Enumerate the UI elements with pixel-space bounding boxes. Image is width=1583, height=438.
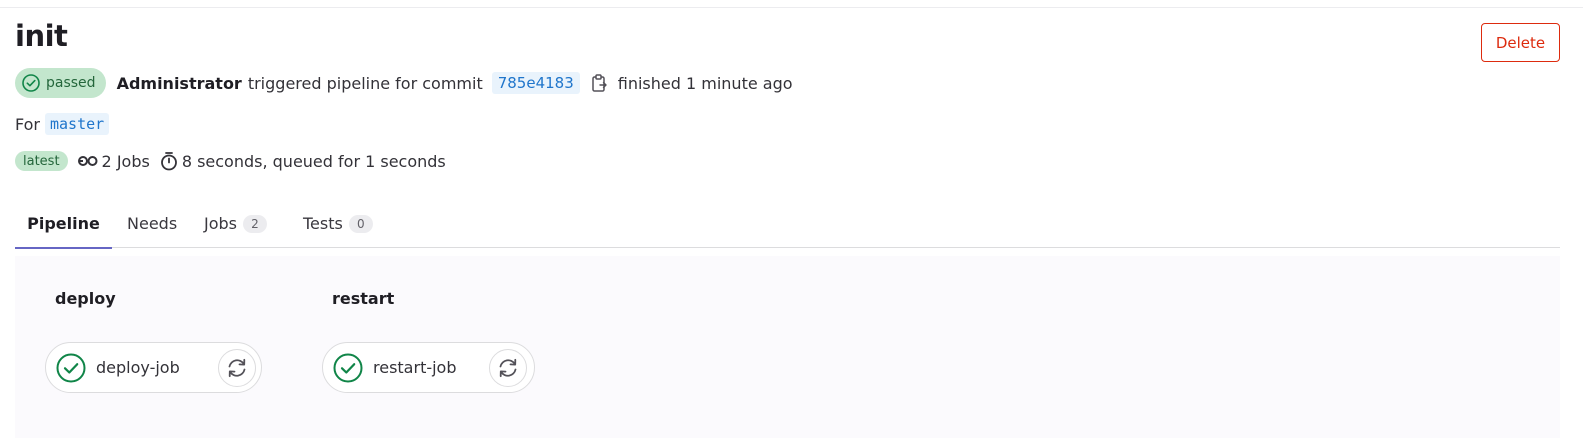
latest-badge: latest [15,151,68,171]
finished-text: finished 1 minute ago [617,73,793,93]
copy-to-clipboard-icon[interactable] [591,73,608,93]
duration-text: 8 seconds, queued for 1 seconds [181,151,446,171]
pipeline-info-row: passed Administrator triggered pipeline … [15,68,793,98]
tab-pipeline-label: Pipeline [27,214,100,233]
delete-button[interactable]: Delete [1481,23,1560,62]
pipeline-meta-row: latest 2 Jobs 8 seconds, queued for 1 se… [15,150,446,172]
tab-jobs[interactable]: Jobs 2 [204,200,267,247]
retry-deploy-job-button[interactable] [218,349,256,387]
status-success-icon [22,74,40,92]
tab-pipeline[interactable]: Pipeline [15,200,112,249]
tab-jobs-count: 2 [243,214,267,233]
tab-tests[interactable]: Tests 0 [303,200,373,247]
status-badge[interactable]: passed [15,68,106,98]
for-label: For [15,114,40,134]
branch-ref-link[interactable]: master [45,113,110,135]
tab-tests-count: 0 [348,214,373,233]
status-success-icon [333,353,363,383]
job-deploy[interactable]: deploy-job [45,342,262,393]
triggered-text: triggered pipeline for commit [247,73,483,93]
pipeline-jobs-icon [77,156,98,166]
commit-sha-link[interactable]: 785e4183 [491,72,580,94]
job-name: deploy-job [96,358,180,377]
status-success-icon [56,353,86,383]
ref-row: For master [15,112,110,136]
job-name: restart-job [373,358,457,377]
retry-icon [499,358,517,378]
pipeline-graph: deploy deploy-job restart restart-job [15,256,1560,438]
stage-title-deploy: deploy [55,289,116,308]
stage-title-restart: restart [332,289,395,308]
status-label: passed [46,75,96,91]
retry-icon [228,358,246,378]
tab-jobs-label: Jobs [204,214,237,233]
retry-restart-job-button[interactable] [489,349,527,387]
page-title: init [15,19,68,53]
jobs-count-text: 2 Jobs [101,151,150,171]
timer-icon [160,152,177,171]
top-divider [0,7,1583,8]
tab-needs[interactable]: Needs [127,200,177,247]
tab-needs-label: Needs [127,214,178,233]
jobs-count: 2 Jobs [77,151,150,171]
pipeline-tabs: Pipeline Needs Jobs 2 Tests 0 [15,200,1560,249]
tab-tests-label: Tests [303,214,343,233]
user-name[interactable]: Administrator [117,74,242,93]
job-restart[interactable]: restart-job [322,342,535,393]
duration: 8 seconds, queued for 1 seconds [160,151,446,171]
